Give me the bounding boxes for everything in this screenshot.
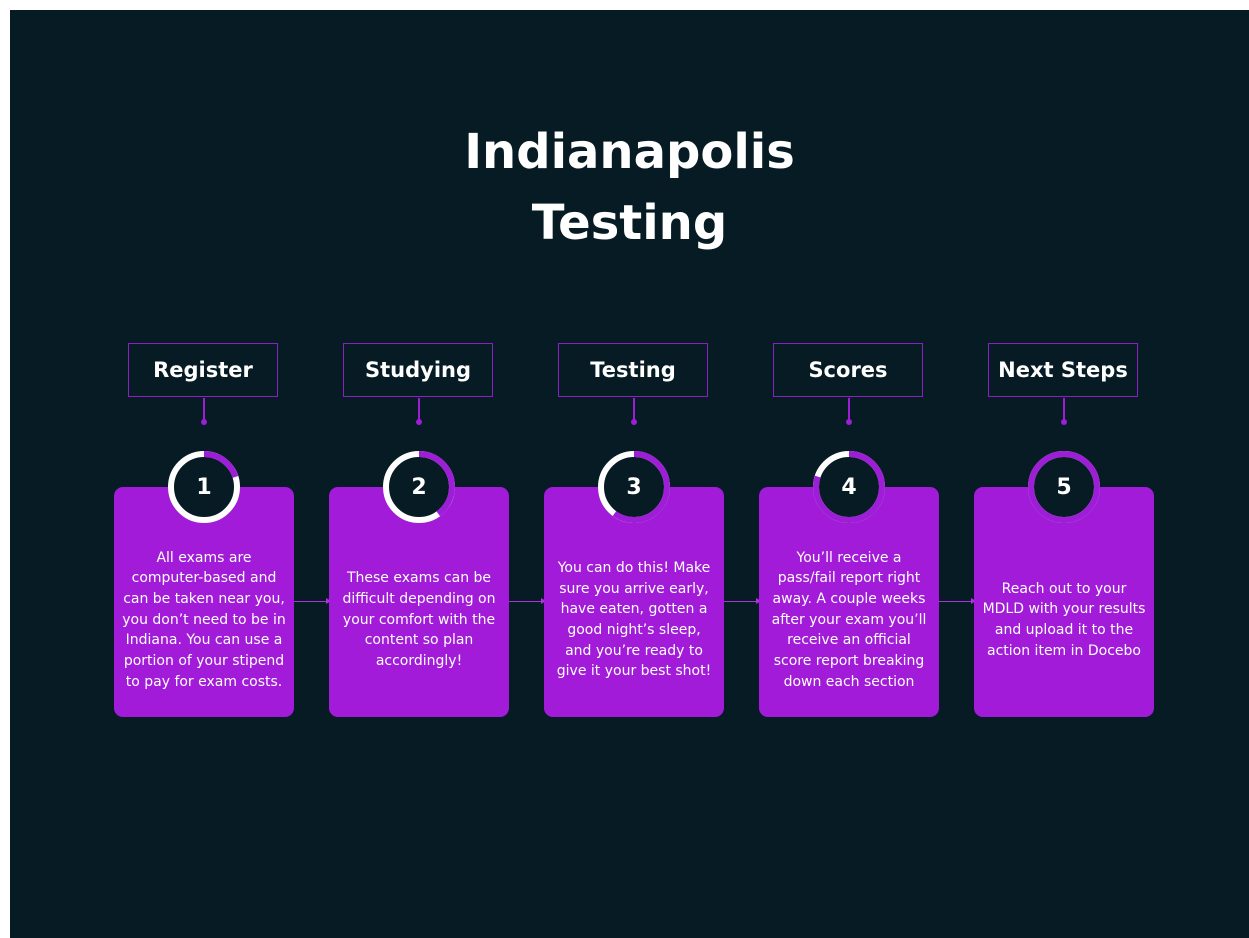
step-badge-1: 1 bbox=[165, 448, 243, 526]
connector-arrow-2-3 bbox=[509, 598, 546, 604]
step-number-4: 4 bbox=[841, 474, 857, 500]
step-1-stem bbox=[201, 398, 207, 425]
title-line-1: Indianapolis bbox=[464, 124, 795, 180]
step-4-stem bbox=[846, 398, 852, 425]
infographic-canvas: Indianapolis Testing Register All exams … bbox=[10, 10, 1249, 938]
step-1-description: All exams are computer-based and can be … bbox=[122, 549, 286, 690]
step-label-testing: Testing bbox=[558, 343, 708, 397]
step-number-3: 3 bbox=[626, 474, 642, 500]
step-badge-3: 3 bbox=[595, 448, 673, 526]
step-label-studying: Studying bbox=[343, 343, 493, 397]
step-3-stem bbox=[631, 398, 637, 425]
step-label-next-steps: Next Steps bbox=[988, 343, 1138, 397]
step-3-description: You can do this! Make sure you arrive ea… bbox=[556, 559, 712, 680]
title-line-2: Testing bbox=[531, 195, 728, 251]
step-label-register: Register bbox=[128, 343, 278, 397]
step-5-stem bbox=[1061, 398, 1067, 425]
connector-arrow-4-5 bbox=[939, 598, 976, 604]
step-2-description: These exams can be difficult depending o… bbox=[342, 570, 496, 670]
connector-arrow-1-2 bbox=[294, 598, 331, 604]
step-4-description: You’ll receive a pass/fail report right … bbox=[771, 549, 927, 690]
step-number-5: 5 bbox=[1056, 474, 1072, 500]
step-2-stem bbox=[416, 398, 422, 425]
connector-arrow-3-4 bbox=[724, 598, 761, 604]
step-badge-4: 4 bbox=[810, 448, 888, 526]
step-5-description: Reach out to your MDLD with your results… bbox=[982, 580, 1146, 659]
step-badge-2: 2 bbox=[380, 448, 458, 526]
step-badge-5: 5 bbox=[1025, 448, 1103, 526]
step-number-2: 2 bbox=[411, 474, 427, 500]
step-number-1: 1 bbox=[196, 474, 212, 500]
step-label-scores: Scores bbox=[773, 343, 923, 397]
